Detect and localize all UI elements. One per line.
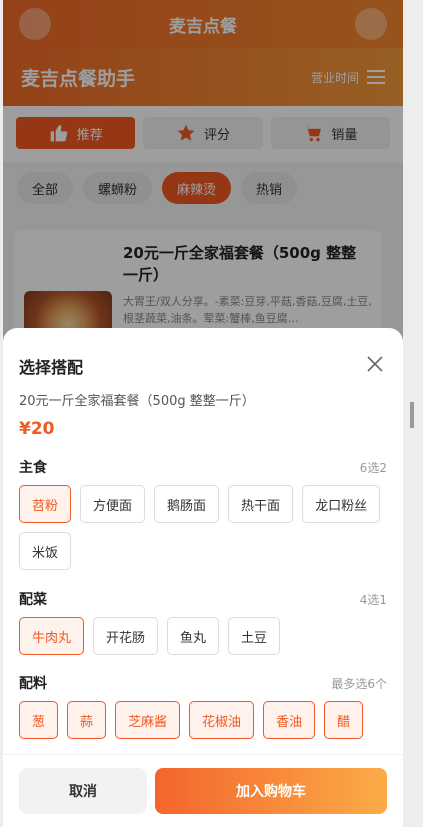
sheet-title: 选择搭配 xyxy=(19,358,84,377)
option-condiment-sesame-oil[interactable]: 香油 xyxy=(263,701,316,739)
option-side-fish-ball[interactable]: 鱼丸 xyxy=(167,617,220,655)
group-label-side: 配菜 xyxy=(19,592,47,608)
option-staple-goose-intestine-noodle[interactable]: 鹅肠面 xyxy=(154,485,220,523)
option-staple-instant-noodle[interactable]: 方便面 xyxy=(80,485,146,523)
option-staple-rice[interactable]: 米饭 xyxy=(19,532,72,570)
option-staple-longkou-vermicelli[interactable]: 龙口粉丝 xyxy=(302,485,381,523)
sheet-product-name: 20元一斤全家福套餐（500g 整整一斤） xyxy=(19,394,255,409)
sheet-footer: 取消 加入购物车 xyxy=(3,754,403,827)
cancel-button[interactable]: 取消 xyxy=(19,768,147,814)
combo-options-sheet: 选择搭配 20元一斤全家福套餐（500g 整整一斤） ¥20 主食 6选2 苕粉… xyxy=(3,328,403,827)
group-label-condiment: 配料 xyxy=(19,676,47,692)
app-screen: 麦吉点餐 麦吉点餐助手 营业时间 推荐 评分 销量 全部 螺蛳粉 麻辣烫 热销 … xyxy=(3,0,403,827)
option-staple-sweet-potato-noodle[interactable]: 苕粉 xyxy=(19,485,72,523)
add-to-cart-button[interactable]: 加入购物车 xyxy=(155,768,387,814)
option-staple-hot-dry-noodle[interactable]: 热干面 xyxy=(228,485,294,523)
group-rule-staple: 6选2 xyxy=(359,461,387,475)
option-condiment-vinegar[interactable]: 醋 xyxy=(324,701,364,739)
option-side-beef-ball[interactable]: 牛肉丸 xyxy=(19,617,85,655)
close-icon[interactable] xyxy=(365,354,385,374)
group-rule-condiment: 最多选6个 xyxy=(331,677,387,691)
option-side-sausage[interactable]: 开花肠 xyxy=(93,617,159,655)
option-condiment-pepper-oil[interactable]: 花椒油 xyxy=(189,701,255,739)
option-condiment-scallion[interactable]: 葱 xyxy=(19,701,59,739)
option-condiment-sesame-paste[interactable]: 芝麻酱 xyxy=(115,701,181,739)
option-condiment-garlic[interactable]: 蒜 xyxy=(67,701,107,739)
option-side-potato[interactable]: 土豆 xyxy=(228,617,281,655)
scrollbar-handle[interactable] xyxy=(410,402,414,428)
sheet-price: ¥20 xyxy=(19,419,55,439)
group-label-staple: 主食 xyxy=(19,460,47,476)
group-rule-side: 4选1 xyxy=(359,593,387,607)
